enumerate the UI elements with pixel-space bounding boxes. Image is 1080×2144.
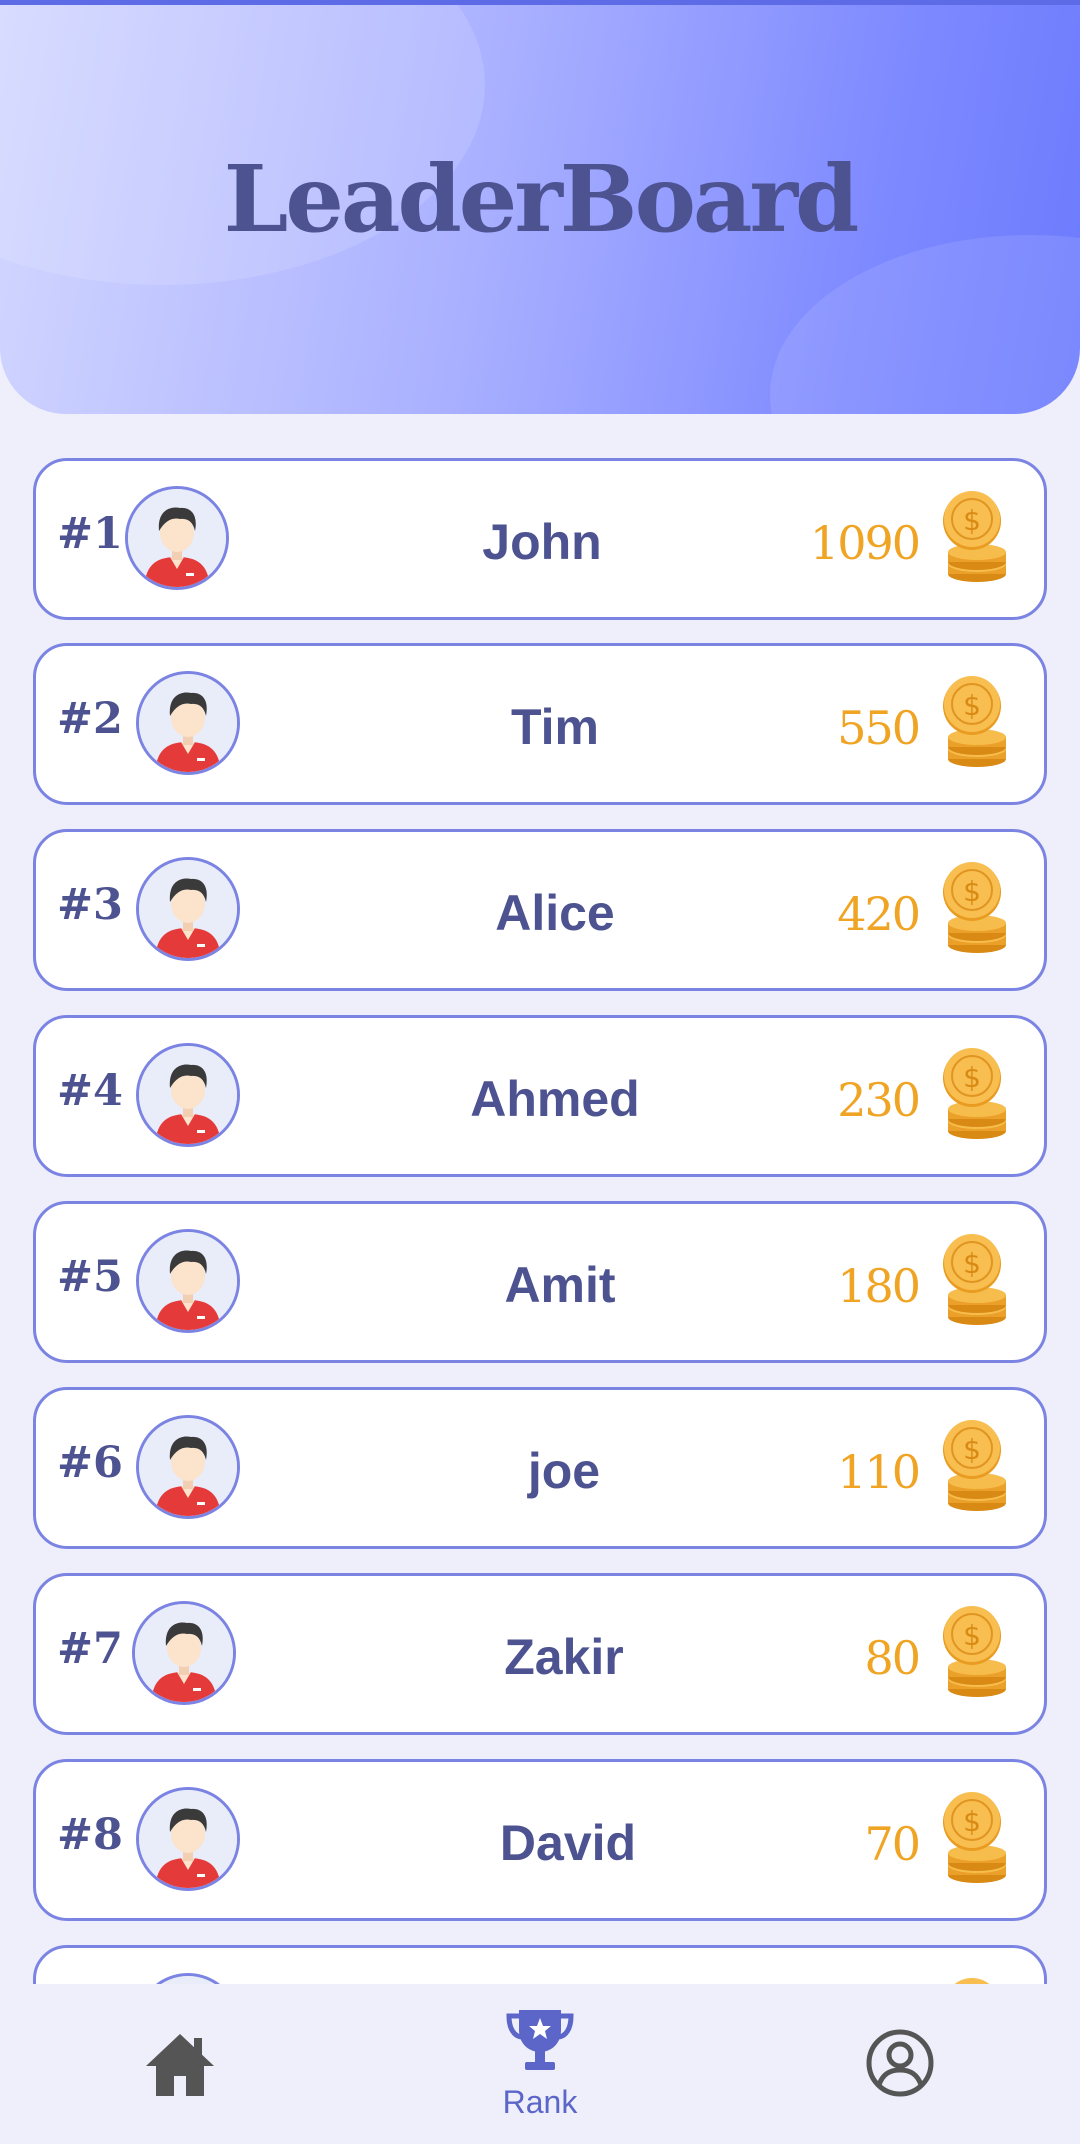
bottom-nav: Rank [0, 1984, 1080, 2144]
svg-text:$: $ [963, 1061, 981, 1094]
avatar [132, 1601, 236, 1705]
player-name: Alice [495, 885, 615, 941]
rank-label: #5 [57, 1252, 123, 1302]
avatar [136, 1229, 240, 1333]
svg-text:$: $ [963, 1619, 981, 1652]
trophy-icon [506, 2010, 574, 2070]
player-score: 110 [837, 1445, 921, 1499]
coin-stack-icon: $ [954, 1978, 990, 1984]
rank-label: #3 [57, 880, 123, 930]
player-score: 70 [864, 1817, 921, 1871]
coin-stack-icon: $ [943, 862, 1006, 953]
leaderboard-row[interactable]: #1 John 1090 $ [33, 458, 1047, 620]
player-score: 1090 [809, 516, 921, 570]
avatar [136, 1787, 240, 1891]
nav-profile[interactable] [800, 1984, 1000, 2144]
page-title: LeaderBoard [223, 145, 860, 253]
header-decoration [770, 235, 1080, 414]
player-score: 550 [837, 701, 921, 755]
avatar [136, 857, 240, 961]
rank-label: #7 [57, 1624, 123, 1674]
leaderboard-row[interactable]: #4 Ahmed 230 $ [33, 1015, 1047, 1177]
svg-text:$: $ [963, 504, 981, 537]
player-name: John [482, 514, 602, 570]
player-name: joe [527, 1443, 601, 1499]
coin-stack-icon: $ [943, 1420, 1006, 1511]
player-score: 80 [864, 1631, 921, 1685]
player-score: 420 [837, 887, 921, 941]
coin-stack-icon: $ [943, 491, 1006, 582]
nav-home[interactable] [80, 1984, 280, 2144]
avatar [125, 486, 229, 590]
home-icon [146, 2034, 214, 2096]
coin-stack-icon: $ [943, 1606, 1006, 1697]
leaderboard-row[interactable]: #5 Amit 180 $ [33, 1201, 1047, 1363]
coin-stack-icon: $ [943, 1792, 1006, 1883]
player-name: Zakir [504, 1629, 624, 1685]
avatar [136, 671, 240, 775]
svg-text:$: $ [963, 1247, 981, 1280]
leaderboard-header: LeaderBoard [0, 5, 1080, 414]
svg-text:$: $ [963, 1433, 981, 1466]
leaderboard-row[interactable]: #7 Zakir 80 $ [33, 1573, 1047, 1735]
coin-stack-icon: $ [943, 1234, 1006, 1325]
leaderboard-row[interactable]: #8 David 70 $ [33, 1759, 1047, 1921]
rank-label: #1 [57, 509, 123, 559]
rank-label: #8 [57, 1810, 123, 1860]
nav-rank-label: Rank [502, 2084, 578, 2120]
rank-label: #4 [57, 1066, 123, 1116]
player-score: 230 [837, 1073, 921, 1127]
svg-text:$: $ [963, 875, 981, 908]
leaderboard-row-partial[interactable]: $ [33, 1945, 1047, 1984]
player-name: Amit [504, 1257, 616, 1313]
avatar [136, 1415, 240, 1519]
leaderboard-row[interactable]: #3 Alice 420 $ [33, 829, 1047, 991]
coin-stack-icon: $ [943, 1048, 1006, 1139]
player-score: 180 [837, 1259, 921, 1313]
rank-label: #6 [57, 1438, 123, 1488]
leaderboard-list[interactable]: #1 John 1090 $ #2 Tim 550 $ #3 Alice 420… [33, 458, 1047, 1984]
player-name: Tim [511, 699, 599, 755]
coin-stack-icon: $ [943, 676, 1006, 767]
leaderboard-row[interactable]: #2 Tim 550 $ [33, 643, 1047, 805]
rank-label: #2 [57, 694, 123, 744]
player-name: David [499, 1815, 637, 1871]
nav-rank[interactable]: Rank [440, 1984, 640, 2144]
profile-icon [866, 2029, 934, 2097]
svg-text:$: $ [963, 689, 981, 722]
svg-text:$: $ [963, 1805, 981, 1838]
leaderboard-row[interactable]: #6 joe 110 $ [33, 1387, 1047, 1549]
avatar [136, 1973, 240, 1984]
player-name: Ahmed [470, 1071, 640, 1127]
avatar [136, 1043, 240, 1147]
